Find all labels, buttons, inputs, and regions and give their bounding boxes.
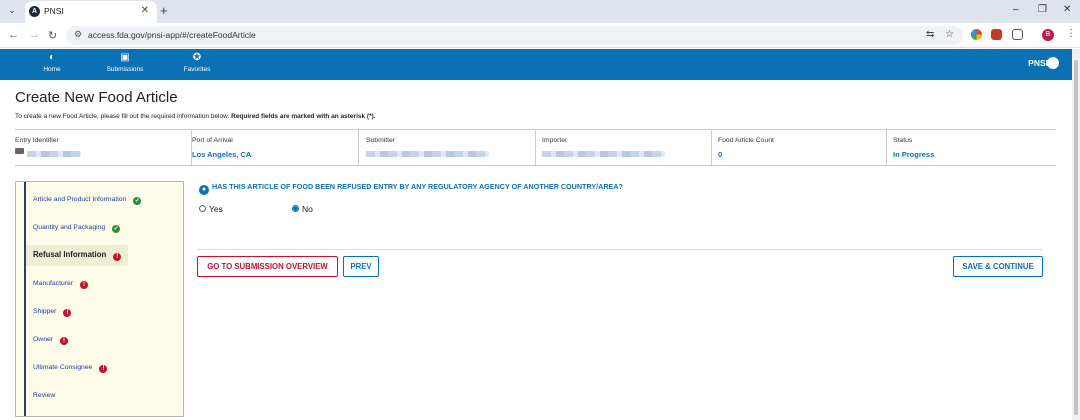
step-owner[interactable]: Owner! — [33, 336, 69, 345]
step-refusal-information[interactable]: Refusal Information! — [26, 245, 129, 266]
importer-label: Importer — [542, 137, 568, 144]
step-label: Shipper — [33, 308, 57, 315]
step-manufacturer[interactable]: Manufacturer! — [33, 280, 89, 289]
food-article-count-cell: Food Article Count 0 — [711, 130, 887, 165]
app-brand: PNSI — [1028, 58, 1048, 68]
translate-icon[interactable]: ⇆ — [926, 29, 934, 40]
complete-check-icon: ✓ — [112, 225, 121, 233]
error-alert-icon: ! — [60, 337, 69, 345]
new-tab-icon[interactable]: + — [160, 3, 168, 18]
submitter-redacted — [366, 151, 489, 157]
scrollbar-thumb[interactable] — [1074, 60, 1078, 415]
error-alert-icon: ! — [113, 253, 122, 261]
step-article-product[interactable]: Article and Product Information ✓ — [33, 196, 142, 205]
step-label: Quantity and Packaging — [33, 224, 106, 231]
importer-cell: Importer — [535, 130, 712, 165]
radio-yes[interactable]: Yes — [199, 204, 223, 214]
url-field[interactable]: ⚙ access.fda.gov/pnsi-app/#/createFoodAr… — [66, 26, 963, 45]
nav-submissions[interactable]: ▣ Submissions — [95, 52, 155, 73]
step-label: Refusal Information — [33, 250, 107, 259]
tab-search-icon[interactable]: ⌄ — [6, 5, 18, 17]
entry-identifier-cell: Entry Identifier — [15, 130, 191, 165]
app-header: ◐ Home ▣ Submissions ✪ Favorites PNSI — [0, 49, 1072, 80]
step-label: Owner — [33, 336, 54, 343]
browser-tab[interactable]: A PNSI ✕ — [25, 1, 157, 23]
step-label: Review — [33, 392, 56, 399]
close-window-icon[interactable]: ✕ — [1063, 4, 1071, 15]
user-account-icon[interactable] — [1047, 57, 1059, 69]
address-bar: ← → ↻ ⚙ access.fda.gov/pnsi-app/#/create… — [0, 23, 1080, 48]
user-info-icon: ● — [199, 185, 209, 195]
radio-no-circle[interactable] — [292, 205, 299, 212]
submitter-label: Submitter — [366, 137, 396, 144]
refusal-question-text: HAS THIS ARTICLE OF FOOD BEEN REFUSED EN… — [212, 182, 623, 191]
step-navigation: Article and Product Information ✓ Quantit… — [15, 181, 184, 417]
browser-menu-icon[interactable]: ⋮ — [1066, 28, 1076, 39]
divider — [197, 249, 1043, 250]
step-shipper[interactable]: Shipper! — [33, 308, 72, 317]
prev-button[interactable]: PREV — [343, 256, 379, 277]
restore-icon[interactable]: ❐ — [1038, 4, 1047, 15]
complete-check-icon: ✓ — [133, 197, 142, 205]
minimize-icon[interactable]: – — [1013, 4, 1019, 15]
page-title: Create New Food Article — [15, 89, 178, 106]
tab-title: PNSI — [44, 6, 64, 16]
entry-identifier-label: Entry Identifier — [15, 137, 59, 144]
nav-favorites[interactable]: ✪ Favorites — [167, 52, 227, 73]
port-label: Port of Arrival — [192, 137, 233, 144]
site-info-icon[interactable]: ⚙ — [74, 29, 82, 40]
status-cell: Status In Progress — [886, 130, 1056, 165]
step-label: Manufacturer — [33, 280, 74, 287]
intro-text: To create a new Food Article, please fil… — [15, 113, 376, 120]
step-label: Article and Product Information — [33, 196, 127, 203]
food-article-count-value: 0 — [718, 150, 723, 159]
status-value: In Progress — [893, 150, 935, 159]
browser-tab-strip: ⌄ A PNSI ✕ + – ❐ ✕ — [0, 0, 1080, 23]
nav-submissions-label: Submissions — [106, 66, 144, 73]
back-icon[interactable]: ← — [8, 29, 19, 41]
step-review[interactable]: Review — [33, 392, 55, 399]
radio-no-label: No — [302, 204, 313, 214]
bookmark-star-icon[interactable]: ☆ — [945, 29, 954, 40]
favorites-icon: ✪ — [192, 52, 202, 63]
chrome-extension-icon[interactable] — [971, 29, 982, 40]
intro-text-plain: To create a new Food Article, please fil… — [15, 113, 230, 120]
intro-required-note: Required fields are marked with an aster… — [231, 113, 376, 120]
entry-summary-bar: Entry Identifier Port of Arrival Los Ang… — [15, 129, 1056, 166]
nav-home-label: Home — [43, 66, 61, 73]
extension-icon[interactable] — [991, 29, 1002, 40]
home-icon: ◐ — [48, 52, 56, 63]
submissions-icon: ▣ — [120, 52, 130, 63]
go-to-submission-overview-button[interactable]: GO TO SUBMISSION OVERVIEW — [197, 256, 338, 277]
save-and-continue-button[interactable]: SAVE & CONTINUE — [953, 256, 1043, 277]
error-alert-icon: ! — [63, 309, 72, 317]
refusal-question: ● HAS THIS ARTICLE OF FOOD BEEN REFUSED E… — [199, 182, 623, 195]
error-alert-icon: ! — [80, 281, 89, 289]
nav-favorites-label: Favorites — [183, 66, 211, 73]
reload-icon[interactable]: ↻ — [48, 29, 57, 42]
submitter-cell: Submitter — [358, 130, 535, 165]
importer-redacted — [542, 151, 665, 157]
tab-favicon: A — [29, 6, 40, 17]
tab-close-icon[interactable]: ✕ — [141, 5, 149, 16]
status-label: Status — [893, 137, 913, 144]
step-quantity-packaging[interactable]: Quantity and Packaging ✓ — [33, 224, 121, 233]
radio-no[interactable]: No — [292, 204, 313, 214]
nav-home[interactable]: ◐ Home — [22, 52, 82, 73]
error-alert-icon: ! — [99, 365, 108, 373]
url-text: access.fda.gov/pnsi-app/#/createFoodArti… — [88, 30, 256, 40]
entry-identifier-redacted — [27, 151, 81, 157]
port-value: Los Angeles, CA — [192, 150, 252, 159]
port-cell: Port of Arrival Los Angeles, CA — [191, 130, 367, 165]
profile-avatar[interactable]: B — [1042, 29, 1054, 41]
step-label: Ultimate Consignee — [33, 364, 93, 371]
forward-icon[interactable]: → — [29, 29, 40, 41]
radio-yes-label: Yes — [209, 204, 223, 214]
extensions-puzzle-icon[interactable] — [1012, 29, 1023, 40]
folder-icon — [15, 148, 24, 154]
radio-yes-circle[interactable] — [199, 205, 206, 212]
step-rail — [24, 182, 26, 416]
food-article-count-label: Food Article Count — [718, 137, 774, 144]
step-ultimate-consignee[interactable]: Ultimate Consignee! — [33, 364, 108, 373]
